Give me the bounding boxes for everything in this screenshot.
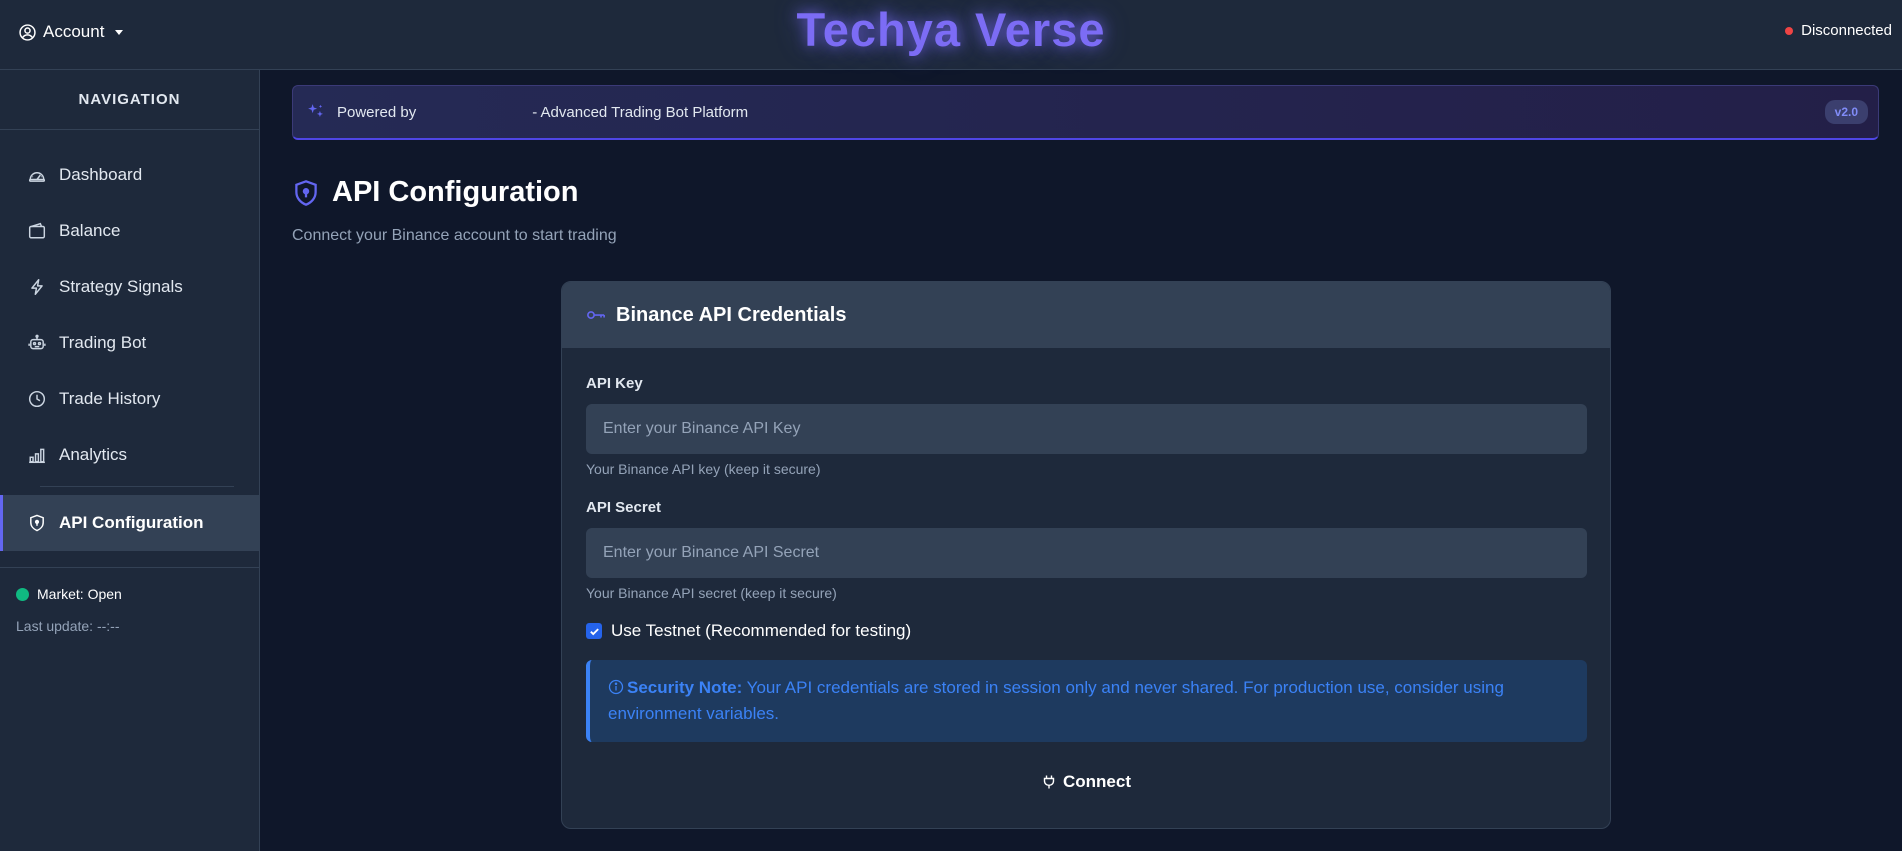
page-subtitle: Connect your Binance account to start tr… [292,227,617,244]
lightning-icon [31,278,43,296]
gauge-icon [28,171,46,182]
api-secret-label: API Secret [586,499,662,516]
sidebar-item-label: Analytics [59,445,128,464]
sidebar-item-trade-history[interactable]: Trade History [0,371,259,427]
key-icon [587,311,605,319]
testnet-checkbox[interactable] [586,623,602,639]
sidebar-item-analytics[interactable]: Analytics [0,427,259,483]
wallet-icon [28,222,46,239]
last-update: Last update: --:-- [16,618,120,634]
robot-icon [28,334,46,350]
sidebar-item-label: Trading Bot [59,333,147,352]
powered-by-label: Powered by [337,103,417,121]
sidebar-item-dashboard[interactable]: Dashboard [0,147,259,203]
api-key-label: API Key [586,375,643,392]
sidebar-item-trading-bot[interactable]: Trading Bot [0,315,259,371]
testnet-toggle[interactable]: Use Testnet (Recommended for testing) [586,621,1586,641]
security-note-text: Your API credentials are stored in sessi… [608,678,1504,723]
sidebar-item-label: Balance [59,221,121,240]
security-note-title: Security Note: [627,678,743,697]
api-credentials-card: Binance API Credentials API Key Your Bin… [561,281,1611,829]
account-label: Account [43,22,105,41]
sidebar-divider [40,486,234,487]
market-status: Market: Open [16,586,243,602]
testnet-label: Use Testnet (Recommended for testing) [611,621,912,640]
sidebar-nav: Dashboard Balance Strategy Signals Tradi… [0,130,259,551]
sidebar-footer: Market: Open Last update: --:-- [0,567,259,634]
shield-lock-icon [30,514,44,532]
sparkles-icon [308,104,323,117]
card-title: Binance API Credentials [616,303,847,326]
connection-status: Disconnected [1785,22,1892,39]
shield-lock-icon [295,179,317,206]
banner-tagline: - Advanced Trading Bot Platform [532,103,749,121]
sidebar: NAVIGATION Dashboard Balance Strategy Si… [0,70,260,851]
brand-logo: Techya Verse [796,3,1106,56]
connect-label: Connect [1063,772,1131,791]
api-key-field-group: API Key Your Binance API key (keep it se… [586,375,1587,477]
sidebar-item-balance[interactable]: Balance [0,203,259,259]
sidebar-heading: NAVIGATION [0,70,259,130]
connect-button[interactable]: Connect [986,772,1186,792]
sidebar-item-label: Trade History [59,389,161,408]
api-secret-help: Your Binance API secret (keep it secure) [586,585,837,601]
sidebar-item-label: API Configuration [59,513,204,532]
sidebar-item-label: Dashboard [59,165,143,184]
sidebar-item-api-configuration[interactable]: API Configuration [0,495,259,551]
card-header: Binance API Credentials [562,282,1610,348]
checkmark-icon [589,627,599,635]
market-status-dot-icon [16,587,29,601]
account-menu[interactable]: Account [19,20,124,44]
status-text: Disconnected [1801,22,1892,39]
info-icon [608,679,624,695]
bar-chart-icon [29,448,45,464]
plug-icon [1043,775,1055,789]
security-note: Security Note: Your API credentials are … [586,660,1587,742]
api-key-input[interactable] [586,404,1587,454]
sidebar-item-label: Strategy Signals [59,277,183,296]
version-badge: v2.0 [1824,100,1868,124]
market-status-text: Market: Open [37,586,122,602]
api-secret-field-group: API Secret Your Binance API secret (keep… [586,499,1587,601]
api-key-help: Your Binance API key (keep it secure) [586,461,821,477]
card-body: API Key Your Binance API key (keep it se… [562,348,1610,792]
page-title-text: API Configuration [332,176,579,208]
sidebar-item-strategy-signals[interactable]: Strategy Signals [0,259,259,315]
page-title: API Configuration [292,176,578,209]
status-dot-icon [1785,26,1794,35]
user-circle-icon [19,23,36,41]
api-secret-input[interactable] [586,528,1587,578]
clock-icon [28,390,46,408]
chevron-down-icon [115,29,124,35]
powered-by-banner: Powered by - Advanced Trading Bot Platfo… [292,85,1879,140]
top-bar: Account Techya Verse Disconnected [0,0,1902,70]
